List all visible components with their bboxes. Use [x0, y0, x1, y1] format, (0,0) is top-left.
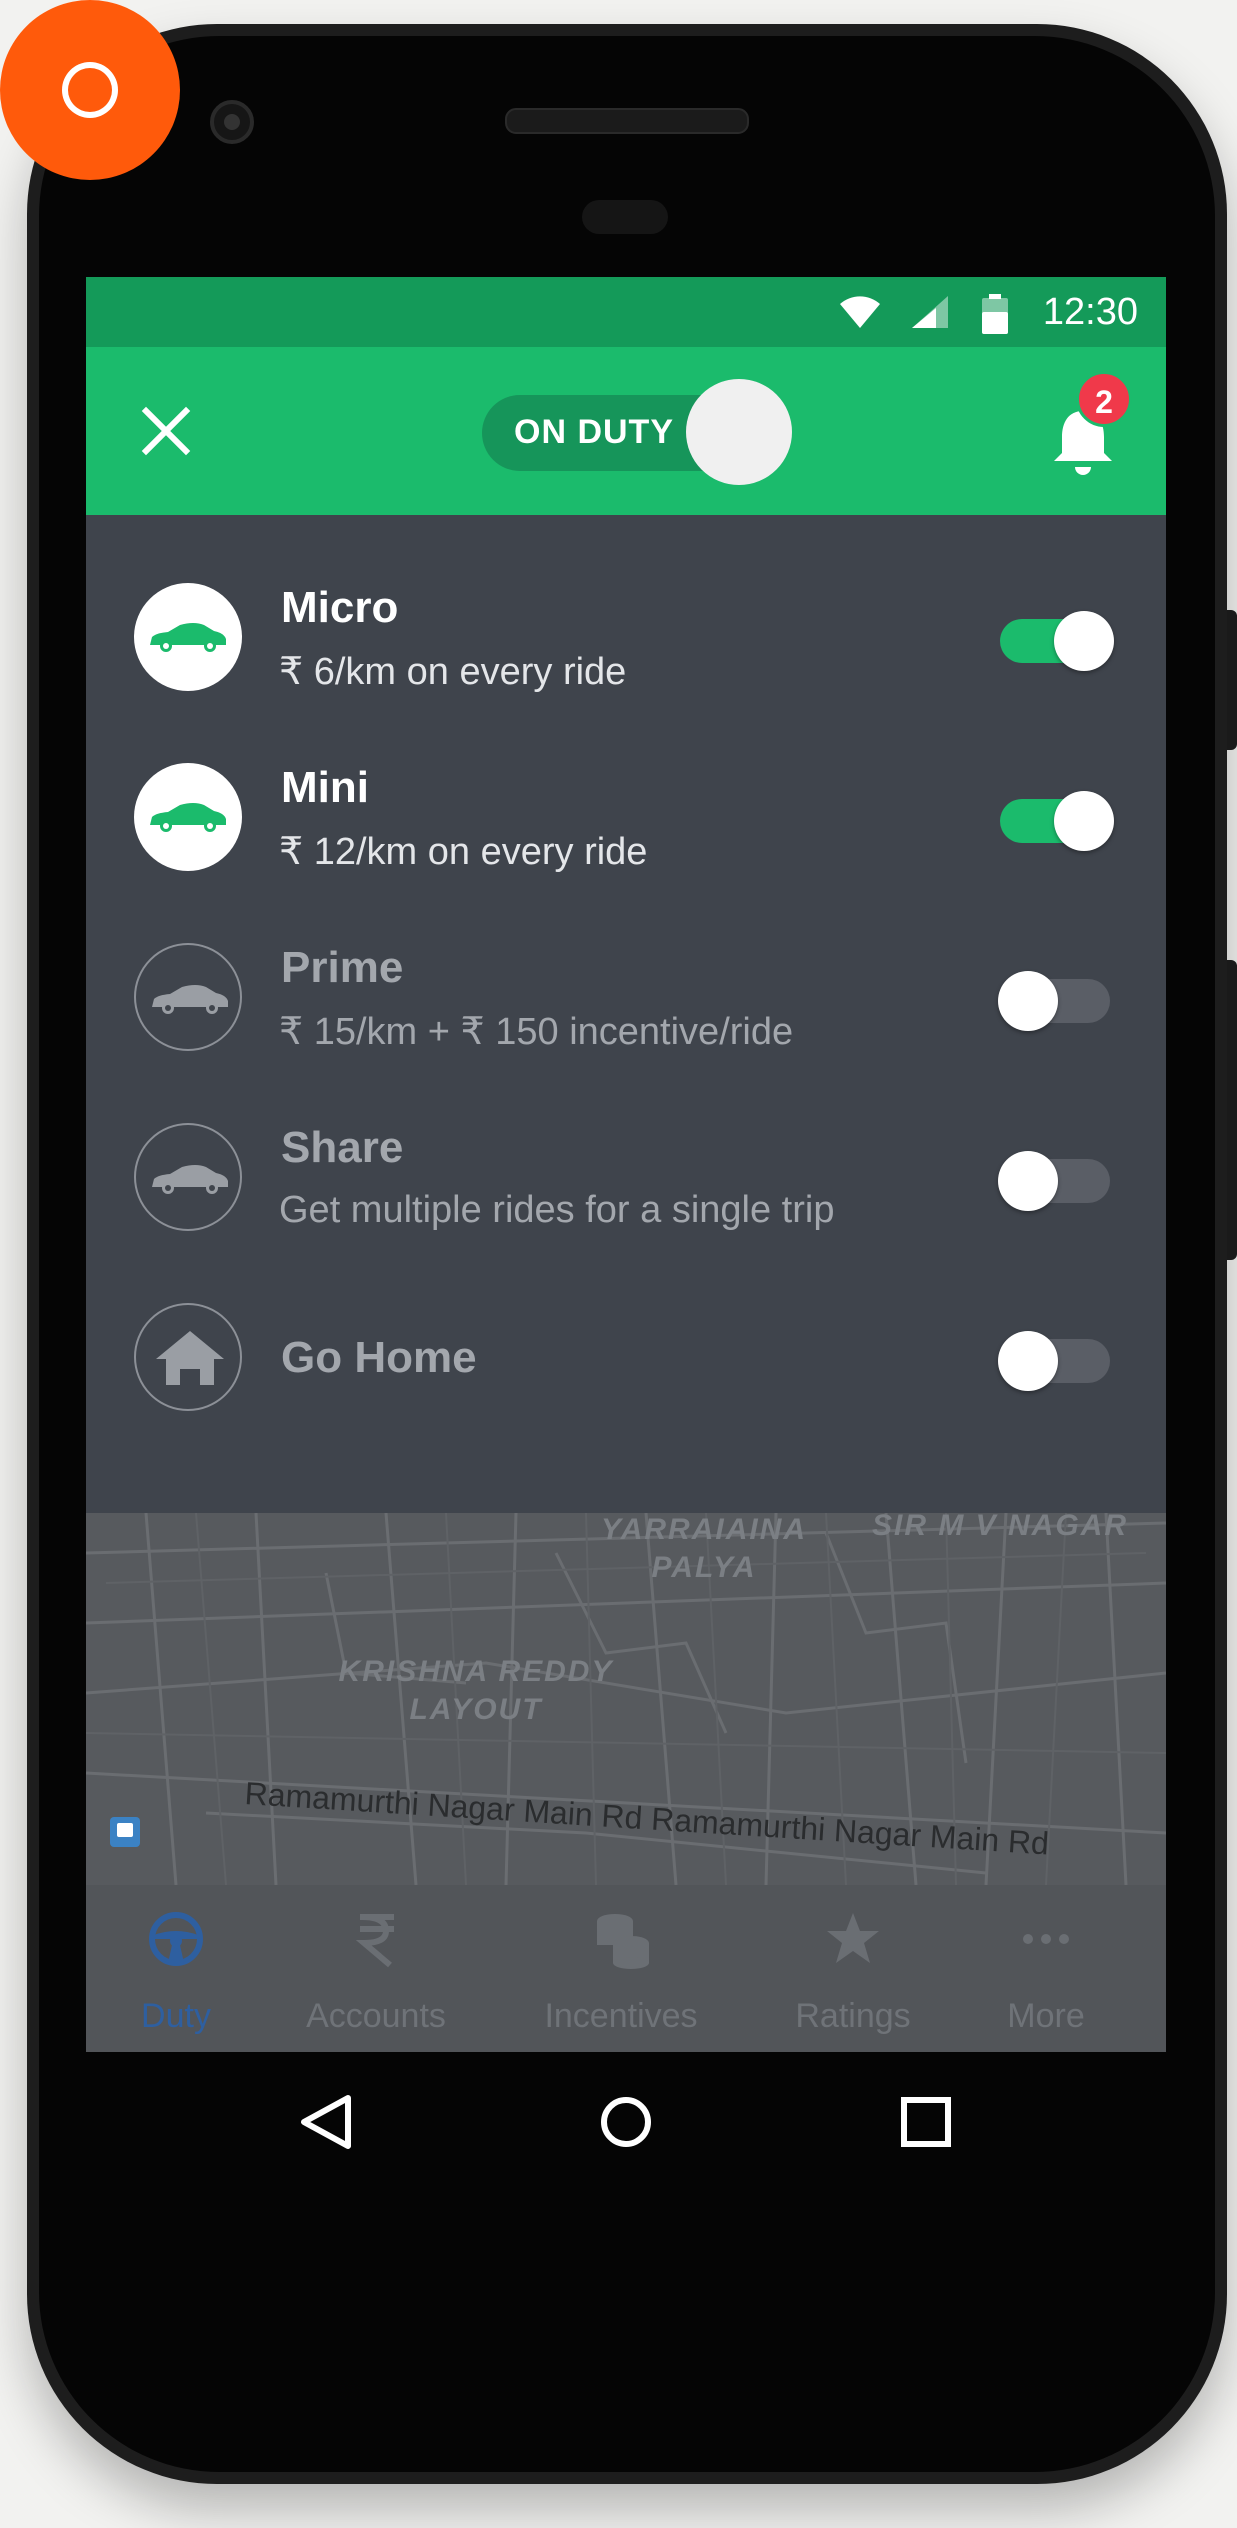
map-area-label: KRISHNA REDDY LAYOUT	[338, 1655, 614, 1726]
app-screen: 12:30 ON DUTY 2 Micro ₹ 6/km on every rid…	[86, 277, 1166, 2052]
ride-category-row[interactable]: Go Home	[86, 1267, 1166, 1447]
ride-category-title: Mini	[281, 763, 369, 812]
ride-category-title: Share	[281, 1123, 404, 1172]
star-icon	[827, 1913, 879, 1963]
ride-category-switch[interactable]	[1000, 611, 1114, 671]
coins-icon	[597, 1914, 649, 1969]
switch-thumb	[1054, 791, 1114, 851]
home-circle-icon[interactable]	[586, 2082, 666, 2162]
nav-item-label: Ratings	[795, 1997, 911, 2035]
ride-category-subtitle: ₹ 15/km + ₹ 150 incentive/ride	[279, 1011, 794, 1053]
ride-category-switch[interactable]	[998, 1331, 1110, 1391]
ride-category-panel: Micro ₹ 6/km on every ride Mini ₹ 12/km on …	[86, 515, 1166, 1513]
car-icon	[152, 1165, 228, 1194]
ride-category-icon-circle	[134, 943, 242, 1051]
battery-icon	[982, 294, 1008, 334]
ride-category-switch[interactable]	[998, 971, 1110, 1031]
more-dots-icon	[1023, 1934, 1069, 1944]
ride-category-title: Go Home	[281, 1333, 477, 1382]
car-icon	[150, 623, 226, 652]
ride-category-subtitle: ₹ 6/km on every ride	[279, 651, 627, 693]
bottom-navigation: Duty Accounts Incentives Ratings More	[86, 1885, 1166, 2052]
front-camera	[210, 100, 254, 144]
earpiece	[582, 200, 668, 234]
map-area-label: YARRAIAINA PALYA	[600, 1513, 808, 1584]
ride-category-row[interactable]: Micro ₹ 6/km on every ride	[86, 547, 1166, 727]
ride-category-switch[interactable]	[998, 1151, 1110, 1211]
nav-item-accounts[interactable]: Accounts	[276, 1885, 476, 2052]
app-bar: ON DUTY 2	[86, 347, 1166, 515]
ride-category-subtitle: ₹ 12/km on every ride	[279, 831, 648, 873]
close-icon[interactable]	[138, 403, 194, 459]
car-icon	[150, 803, 226, 832]
car-icon	[152, 985, 228, 1014]
ride-category-subtitle: Get multiple rides for a single trip	[279, 1189, 835, 1231]
nav-item-label: Accounts	[306, 1997, 446, 2035]
on-duty-toggle[interactable]: ON DUTY	[482, 379, 792, 485]
ride-category-title: Prime	[281, 943, 404, 992]
switch-thumb	[998, 971, 1058, 1031]
ride-category-icon-circle	[134, 763, 242, 871]
rupee-icon	[355, 1914, 394, 1968]
screen-record-icon[interactable]	[0, 0, 180, 180]
system-nav-bar	[86, 2052, 1166, 2192]
ride-category-icon-circle	[134, 1123, 242, 1231]
status-time: 12:30	[1042, 291, 1138, 333]
notification-badge: 2	[1076, 371, 1132, 427]
ride-category-icon-circle	[134, 583, 242, 691]
nav-item-duty[interactable]: Duty	[86, 1885, 276, 2052]
wifi-icon	[840, 296, 880, 328]
switch-thumb	[998, 1151, 1058, 1211]
ride-category-row[interactable]: Mini ₹ 12/km on every ride	[86, 727, 1166, 907]
status-bar: 12:30	[86, 277, 1166, 347]
signal-icon	[912, 296, 948, 328]
switch-thumb	[1054, 611, 1114, 671]
power-button	[1227, 960, 1237, 1260]
steering-wheel-icon	[149, 1912, 203, 1966]
nav-item-label: Incentives	[544, 1997, 698, 2035]
nav-item-ratings[interactable]: Ratings	[753, 1885, 953, 2052]
volume-button	[1227, 610, 1237, 750]
on-duty-label: ON DUTY	[514, 413, 674, 451]
ride-category-row[interactable]: Share Get multiple rides for a single tri…	[86, 1087, 1166, 1267]
nav-item-more[interactable]: More	[946, 1885, 1146, 2052]
map-view[interactable]: YARRAIAINA PALYA SIR M V NAGAR KRISHNA R…	[86, 1513, 1166, 1885]
speaker-grille	[505, 108, 749, 134]
ride-category-row[interactable]: Prime ₹ 15/km + ₹ 150 incentive/ride	[86, 907, 1166, 1087]
map-area-label: SIR M V NAGAR	[871, 1513, 1128, 1542]
back-icon[interactable]	[286, 2082, 366, 2162]
home-icon	[156, 1331, 224, 1385]
nav-item-label: More	[1007, 1997, 1085, 2035]
ride-category-switch[interactable]	[1000, 791, 1114, 851]
switch-thumb	[998, 1331, 1058, 1391]
ride-category-title: Micro	[281, 583, 399, 632]
nav-item-label: Duty	[141, 1997, 211, 2035]
ride-category-icon-circle	[134, 1303, 242, 1411]
nav-item-incentives[interactable]: Incentives	[521, 1885, 721, 2052]
on-duty-toggle-knob	[686, 379, 792, 485]
recents-icon[interactable]	[886, 2082, 966, 2162]
